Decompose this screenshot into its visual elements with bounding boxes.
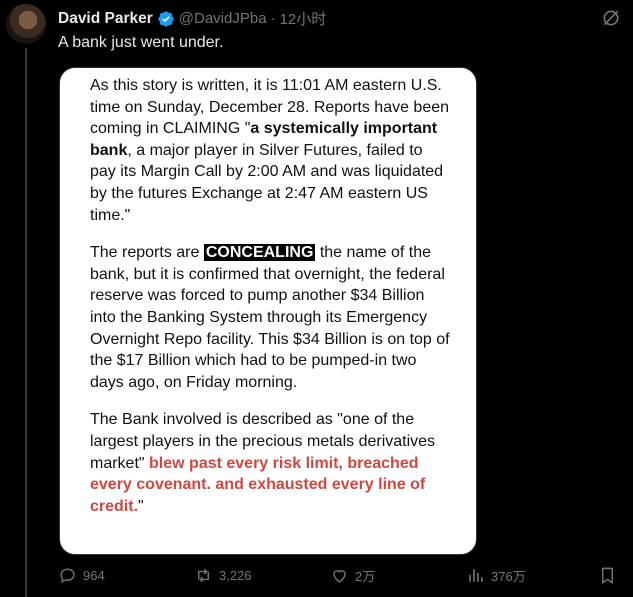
reply-icon <box>60 568 75 584</box>
heart-icon <box>333 570 346 583</box>
avatar[interactable] <box>6 4 46 44</box>
paragraph-2: The reports are CONCEALING the name of t… <box>90 244 450 391</box>
view-count: 376万 <box>491 569 526 584</box>
thread-line <box>25 48 27 597</box>
bookmark-button[interactable] <box>598 566 617 585</box>
like-count: 2万 <box>355 569 376 584</box>
views-icon <box>469 569 483 582</box>
verified-badge-icon <box>158 10 174 27</box>
views-button[interactable]: 376万 <box>466 566 526 585</box>
reply-button[interactable]: 964 <box>58 566 105 585</box>
tweet-image[interactable]: As this story is written, it is 11:01 AM… <box>59 67 477 555</box>
timestamp[interactable]: 12小时 <box>280 8 327 29</box>
action-bar: 964 3,226 2万 376万 <box>58 566 618 590</box>
document-text: As this story is written, it is 11:01 AM… <box>90 75 450 533</box>
like-button[interactable]: 2万 <box>330 566 375 585</box>
separator: · <box>270 10 276 27</box>
author-handle[interactable]: @DavidJPba <box>179 10 267 27</box>
bookmark-icon <box>602 567 613 584</box>
highlight-concealing: CONCEALING <box>203 244 316 262</box>
repost-button[interactable]: 3,226 <box>194 566 252 585</box>
author-name[interactable]: David Parker <box>58 10 153 28</box>
grok-icon[interactable] <box>601 8 621 28</box>
tweet-header: David Parker @DavidJPba · 12小时 <box>58 8 326 29</box>
repost-icon <box>198 568 209 583</box>
paragraph-1: As this story is written, it is 11:01 AM… <box>90 77 450 224</box>
reply-count: 964 <box>83 568 105 583</box>
repost-count: 3,226 <box>219 568 252 583</box>
paragraph-3: The Bank involved is described as "one o… <box>90 411 436 515</box>
tweet-text: A bank just went under. <box>58 34 224 51</box>
